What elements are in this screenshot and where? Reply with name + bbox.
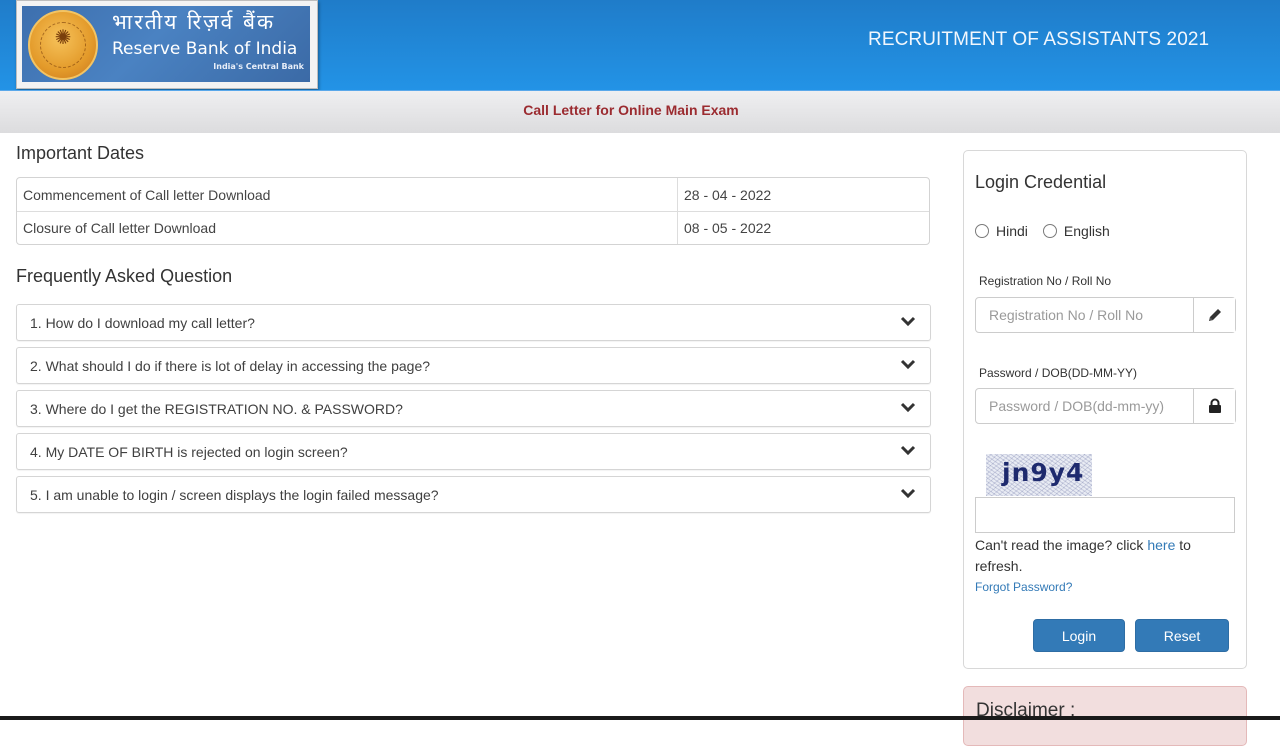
faq-item-5[interactable]: 5. I am unable to login / screen display… [16, 476, 931, 513]
radio-hindi-label[interactable]: Hindi [996, 223, 1028, 239]
date-value: 28 - 04 - 2022 [677, 178, 929, 211]
chevron-down-icon [900, 359, 916, 370]
table-row: Commencement of Call letter Download 28 … [17, 178, 929, 211]
captcha-refresh-text: Can't read the image? click here to refr… [975, 535, 1237, 577]
registration-input-group [975, 297, 1236, 333]
faq-item-2[interactable]: 2. What should I do if there is lot of d… [16, 347, 931, 384]
subheader-bar: Call Letter for Online Main Exam [0, 90, 1280, 133]
bottom-edge-bar [0, 716, 1280, 720]
captcha-text: jn9y4 [1002, 458, 1085, 487]
reset-button[interactable]: Reset [1135, 619, 1229, 652]
chevron-down-icon [900, 488, 916, 499]
rbi-seal-icon: ✺ [28, 10, 98, 80]
captcha-refresh-link[interactable]: here [1147, 537, 1175, 553]
important-dates-heading: Important Dates [16, 143, 145, 163]
faq-question: 3. Where do I get the REGISTRATION NO. &… [30, 401, 403, 417]
logo-english-text: Reserve Bank of India [112, 39, 298, 59]
faq-question: 5. I am unable to login / screen display… [30, 487, 439, 503]
lock-icon [1193, 389, 1235, 423]
faq-item-3[interactable]: 3. Where do I get the REGISTRATION NO. &… [16, 390, 931, 427]
faq-question: 1. How do I download my call letter? [30, 315, 255, 331]
seal-tiger-palm-glyph: ✺ [54, 27, 72, 49]
login-title: Login Credential [975, 172, 1107, 192]
date-value: 08 - 05 - 2022 [677, 211, 929, 244]
captcha-image: jn9y4 [986, 454, 1092, 496]
faq-question: 2. What should I do if there is lot of d… [30, 358, 431, 374]
faq-question: 4. My DATE OF BIRTH is rejected on login… [30, 444, 348, 460]
faq-heading: Frequently Asked Question [16, 266, 233, 286]
chevron-down-icon [900, 316, 916, 327]
registration-label: Registration No / Roll No [979, 274, 1112, 288]
important-dates-table: Commencement of Call letter Download 28 … [16, 177, 930, 245]
page-subtitle: Call Letter for Online Main Exam [523, 102, 739, 118]
date-label: Commencement of Call letter Download [23, 186, 271, 203]
password-input[interactable] [976, 389, 1193, 423]
refresh-prefix: Can't read the image? click [975, 537, 1148, 553]
chevron-down-icon [900, 402, 916, 413]
recruitment-title: RECRUITMENT OF ASSISTANTS 2021 [868, 29, 1210, 50]
chevron-down-icon [900, 445, 916, 456]
language-selector: Hindi English [975, 223, 1125, 239]
date-label: Closure of Call letter Download [17, 211, 677, 244]
radio-english-label[interactable]: English [1064, 223, 1110, 239]
pencil-icon [1193, 298, 1235, 332]
password-input-group [975, 388, 1236, 424]
login-panel: Login Credential Hindi English Registrat… [963, 150, 1247, 669]
password-label: Password / DOB(DD-MM-YY) [979, 366, 1138, 380]
logo-tagline: India's Central Bank [213, 62, 304, 71]
faq-item-1[interactable]: 1. How do I download my call letter? [16, 304, 931, 341]
header-banner: ✺ भारतीय रिज़र्व बैंक Reserve Bank of In… [0, 0, 1280, 90]
radio-hindi[interactable] [975, 224, 989, 238]
registration-input[interactable] [976, 298, 1193, 332]
captcha-input[interactable] [975, 497, 1235, 533]
rbi-logo-inner: ✺ भारतीय रिज़र्व बैंक Reserve Bank of In… [22, 6, 310, 82]
faq-item-4[interactable]: 4. My DATE OF BIRTH is rejected on login… [16, 433, 931, 470]
rbi-logo[interactable]: ✺ भारतीय रिज़र्व बैंक Reserve Bank of In… [16, 0, 318, 89]
forgot-password-link[interactable]: Forgot Password? [975, 580, 1072, 594]
logo-hindi-text: भारतीय रिज़र्व बैंक [112, 10, 276, 34]
login-button[interactable]: Login [1033, 619, 1125, 652]
radio-english[interactable] [1042, 224, 1057, 238]
table-row: Closure of Call letter Download 08 - 05 … [17, 211, 929, 244]
